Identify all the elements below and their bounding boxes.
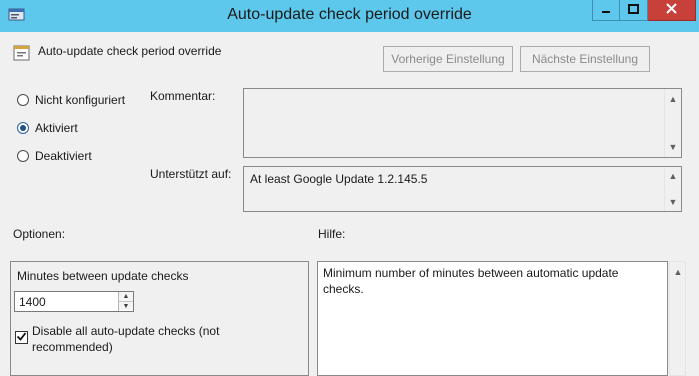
supported-value: At least Google Update 1.2.145.5 [250,172,428,186]
next-setting-button[interactable]: Nächste Einstellung [520,46,650,72]
scroll-down-icon[interactable]: ▼ [665,139,681,155]
help-panel: Minimum number of minutes between automa… [317,261,668,376]
minimize-icon [601,3,611,17]
comment-scrollbar[interactable]: ▲ ▼ [664,89,681,157]
minutes-value[interactable]: 1400 [19,295,46,309]
minutes-spinbox[interactable]: 1400 ▲ ▼ [14,291,134,312]
radio-not-configured[interactable]: Nicht konfiguriert [17,93,125,107]
policy-name: Auto-update check period override [38,44,222,58]
options-label: Optionen: [13,227,66,241]
spin-down-icon[interactable]: ▼ [119,301,133,310]
scroll-up-icon[interactable]: ▲ [665,91,681,107]
radio-label: Aktiviert [35,121,78,135]
title-bar: Auto-update check period override [0,0,699,32]
comment-field[interactable]: ▲ ▼ [243,88,682,158]
minimize-button[interactable] [592,0,620,21]
disable-updates-checkbox[interactable] [15,331,28,344]
supported-scrollbar[interactable]: ▲ ▼ [664,167,681,211]
help-label: Hilfe: [318,227,346,241]
disable-updates-label: Disable all auto-update checks (not reco… [32,324,220,354]
radio-disabled[interactable]: Deaktiviert [17,149,92,163]
comment-label: Kommentar: [150,89,216,103]
maximize-button[interactable] [620,0,648,21]
maximize-icon [628,3,639,17]
supported-label: Unterstützt auf: [150,167,232,181]
minutes-label: Minutes between update checks [17,269,189,283]
scroll-up-icon[interactable]: ▲ [665,168,681,184]
radio-label: Nicht konfiguriert [35,93,126,107]
supported-field: At least Google Update 1.2.145.5 ▲ ▼ [243,166,682,212]
radio-enabled[interactable]: Aktiviert [17,121,78,135]
help-text: Minimum number of minutes between automa… [323,266,619,296]
spin-up-icon[interactable]: ▲ [119,292,133,301]
close-button[interactable] [648,0,696,21]
options-panel: Minutes between update checks [10,261,309,376]
scroll-down-icon[interactable]: ▼ [665,194,681,210]
radio-button[interactable] [17,150,29,162]
help-scrollbar[interactable]: ▲ [669,261,686,376]
close-icon [666,3,677,17]
check-icon [16,331,27,345]
radio-button[interactable] [17,122,29,134]
scroll-up-icon[interactable]: ▲ [670,264,686,280]
radio-label: Deaktiviert [35,149,92,163]
previous-setting-button[interactable]: Vorherige Einstellung [383,46,513,72]
policy-setting-icon [13,44,31,62]
radio-button[interactable] [17,94,29,106]
